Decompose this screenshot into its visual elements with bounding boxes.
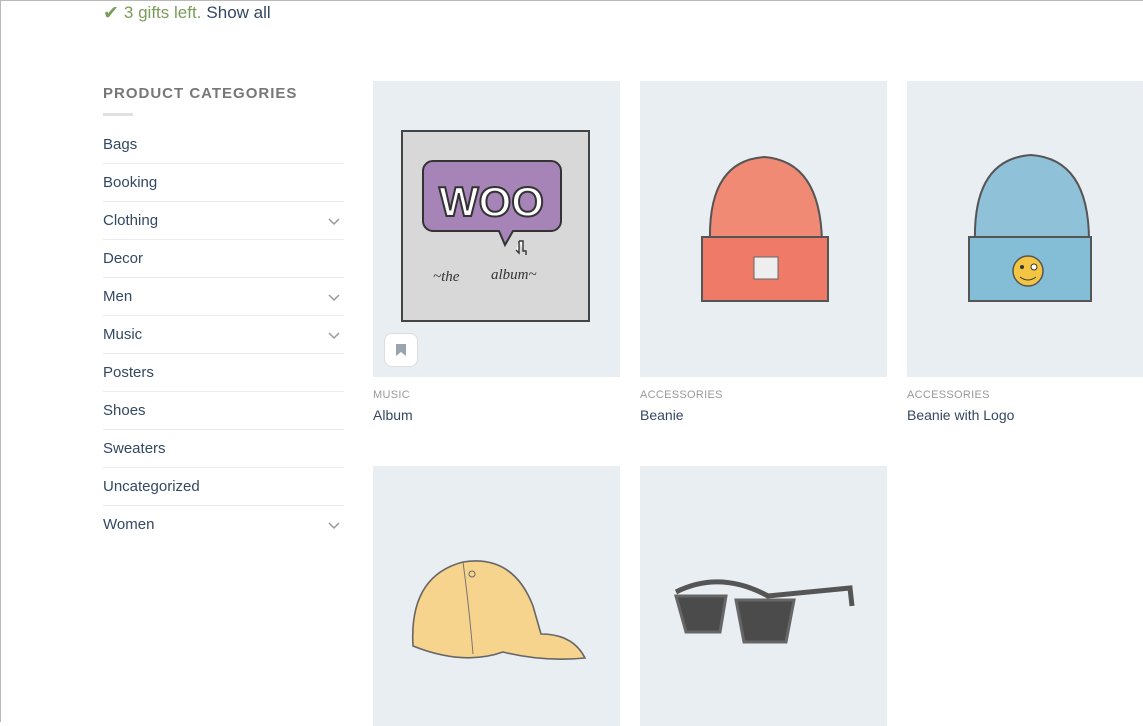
check-icon: ✔ <box>103 2 119 24</box>
product-card-beanie[interactable]: ACCESSORIES Beanie <box>640 81 887 423</box>
product-image[interactable] <box>640 81 887 377</box>
category-item-shoes[interactable]: Shoes <box>103 392 344 430</box>
beanie-logo-icon <box>968 153 1092 302</box>
cap-icon <box>411 560 587 660</box>
svg-text:WOO: WOO <box>439 178 544 225</box>
product-card-beanie-with-logo[interactable]: ACCESSORIES Beanie with Logo <box>907 81 1143 423</box>
svg-text:~the: ~the <box>433 269 460 285</box>
category-item-posters[interactable]: Posters <box>103 354 344 392</box>
category-list: Bags Booking Clothing Decor Men Music Posters S… <box>103 126 344 543</box>
product-image[interactable] <box>373 466 620 726</box>
product-category: ACCESSORIES <box>640 389 723 401</box>
category-item-bags[interactable]: Bags <box>103 126 344 164</box>
sunglasses-icon <box>674 579 855 644</box>
category-item-women[interactable]: Women <box>103 506 344 543</box>
gifts-left-text: 3 gifts left. <box>123 3 202 22</box>
category-label: Shoes <box>103 402 146 419</box>
category-label: Posters <box>103 364 154 381</box>
product-image[interactable] <box>907 81 1143 377</box>
product-category: ACCESSORIES <box>907 389 990 401</box>
gifts-notice: ✔ 3 gifts left. Show all <box>103 3 271 23</box>
category-label: Music <box>103 326 143 343</box>
category-item-clothing[interactable]: Clothing <box>103 202 344 240</box>
show-all-link[interactable]: Show all <box>206 3 270 23</box>
category-item-sweaters[interactable]: Sweaters <box>103 430 344 468</box>
product-title[interactable]: Album <box>373 407 620 423</box>
widget-title: PRODUCT CATEGORIES <box>103 85 298 102</box>
chevron-down-icon[interactable] <box>327 328 341 342</box>
product-title[interactable]: Beanie <box>640 407 887 423</box>
category-label: Decor <box>103 250 144 267</box>
category-label: Women <box>103 516 155 533</box>
category-label: Uncategorized <box>103 478 200 495</box>
product-image[interactable] <box>640 466 887 726</box>
chevron-down-icon[interactable] <box>327 214 341 228</box>
category-item-booking[interactable]: Booking <box>103 164 344 202</box>
category-item-music[interactable]: Music <box>103 316 344 354</box>
category-item-uncategorized[interactable]: Uncategorized <box>103 468 344 506</box>
category-item-men[interactable]: Men <box>103 278 344 316</box>
product-categories-widget: PRODUCT CATEGORIES Bags Booking Clothing De… <box>103 85 344 543</box>
product-card-cap[interactable] <box>373 466 620 726</box>
category-item-decor[interactable]: Decor <box>103 240 344 278</box>
product-card-sunglasses[interactable] <box>640 466 887 726</box>
wishlist-button[interactable] <box>384 333 418 367</box>
chevron-down-icon[interactable] <box>327 518 341 532</box>
product-image[interactable]: WOO ~the album~ <box>373 81 620 377</box>
chevron-down-icon[interactable] <box>327 290 341 304</box>
bookmark-icon <box>396 344 406 356</box>
product-category: MUSIC <box>373 389 410 401</box>
category-label: Men <box>103 288 133 305</box>
beanie-icon <box>701 155 829 302</box>
product-title[interactable]: Beanie with Logo <box>907 407 1143 423</box>
category-label: Sweaters <box>103 440 166 457</box>
category-label: Bags <box>103 136 138 153</box>
title-divider <box>103 113 133 116</box>
category-label: Booking <box>103 174 158 191</box>
svg-text:album~: album~ <box>491 267 537 283</box>
product-card-album[interactable]: WOO ~the album~ MUSIC Album <box>373 81 620 423</box>
category-label: Clothing <box>103 212 159 229</box>
